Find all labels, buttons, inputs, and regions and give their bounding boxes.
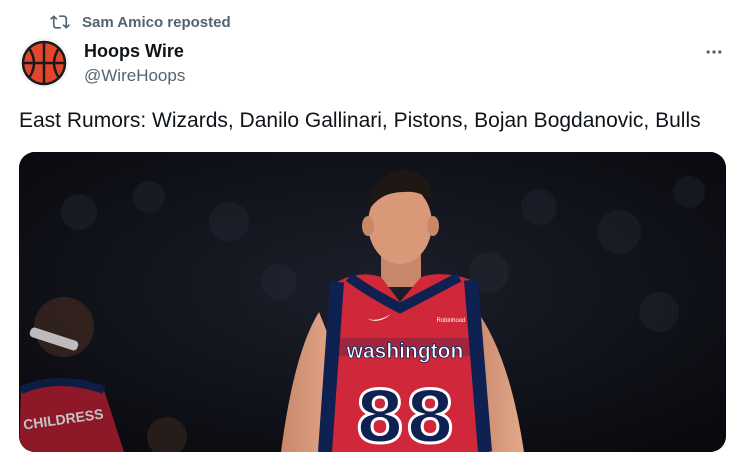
tweet-media-photo[interactable]: CHILDRESS Robinhood washington 88 bbox=[19, 152, 726, 452]
player-photo: CHILDRESS Robinhood washington 88 bbox=[19, 152, 726, 452]
avatar[interactable] bbox=[19, 38, 69, 88]
repost-icon bbox=[50, 15, 70, 29]
repost-label[interactable]: Sam Amico reposted bbox=[82, 14, 231, 31]
author-info: Hoops Wire @WireHoops bbox=[84, 40, 185, 87]
tweet-text: East Rumors: Wizards, Danilo Gallinari, … bbox=[19, 109, 701, 132]
more-button[interactable] bbox=[700, 38, 728, 66]
author-display-name[interactable]: Hoops Wire bbox=[84, 40, 185, 62]
more-icon bbox=[706, 50, 722, 54]
author-handle[interactable]: @WireHoops bbox=[84, 65, 185, 87]
basketball-icon bbox=[19, 38, 69, 88]
jersey-wordmark: washington bbox=[346, 340, 464, 363]
sponsor-patch: Robinhood bbox=[436, 318, 465, 324]
repost-indicator: Sam Amico reposted bbox=[50, 12, 231, 32]
jersey-number: 88 bbox=[355, 375, 455, 452]
